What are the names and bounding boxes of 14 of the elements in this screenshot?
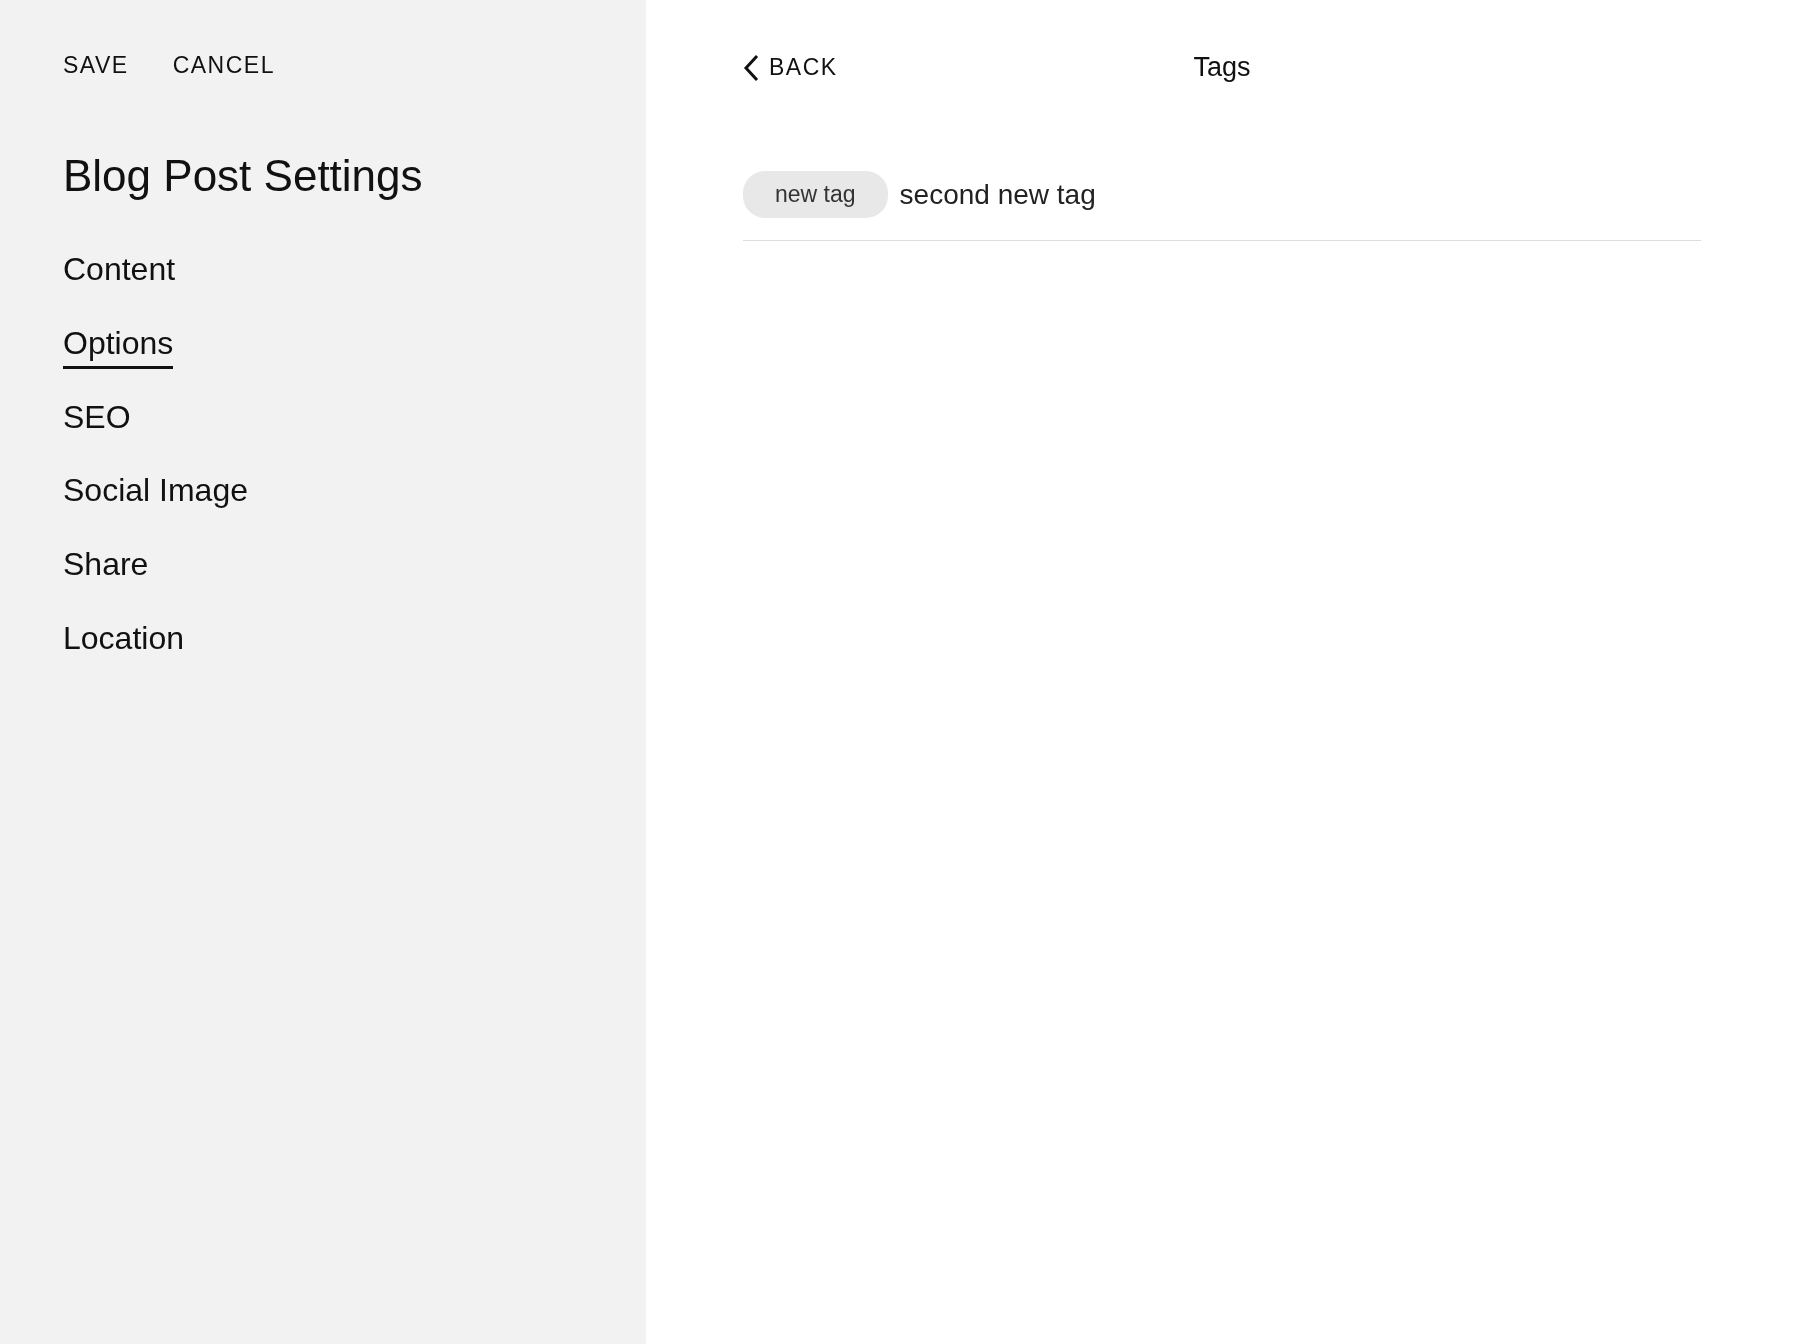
nav-item[interactable]: Social Image [63,472,248,517]
tag-input[interactable]: second new tag [899,174,1701,215]
nav-item[interactable]: Options [63,324,174,369]
settings-title: Blog Post Settings [63,151,424,201]
tag-chip[interactable]: new tag [743,171,888,218]
back-button[interactable]: BACK [743,53,838,82]
nav-item[interactable]: Share [63,546,149,590]
nav-item[interactable]: SEO [63,398,131,443]
nav-item[interactable]: Content [63,251,176,295]
panel-title: Tags [1193,52,1251,83]
toolbar-button[interactable]: CANCEL [172,52,275,79]
toolbar-button[interactable]: SAVE [63,52,129,79]
nav-item[interactable]: Location [63,620,184,664]
chevron-left-icon [743,53,759,82]
